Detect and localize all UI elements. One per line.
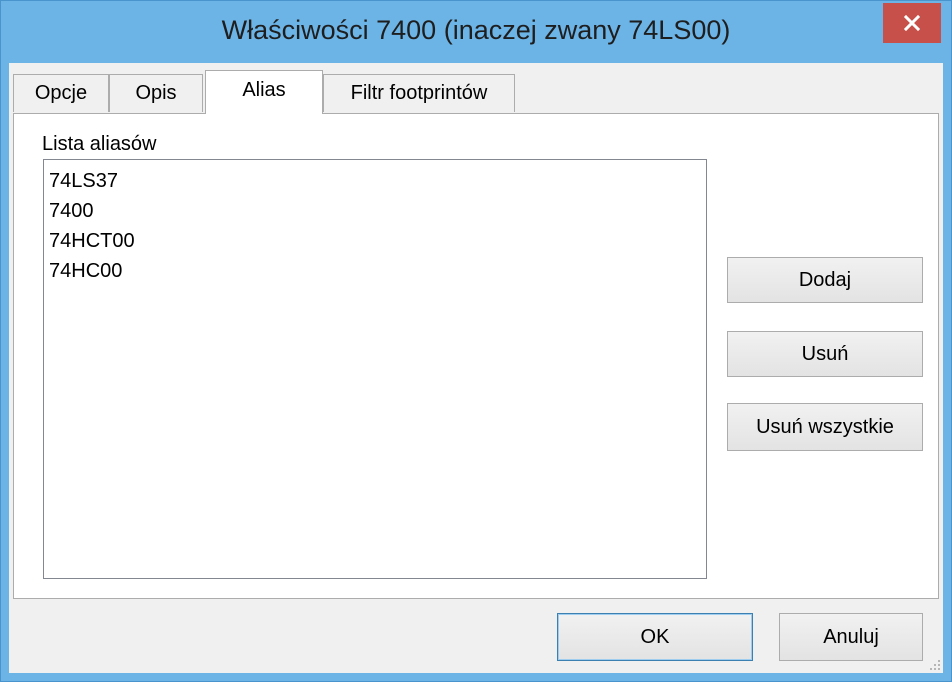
list-item[interactable]: 74HCT00 bbox=[49, 226, 706, 256]
list-item[interactable]: 74HC00 bbox=[49, 256, 706, 286]
close-button[interactable] bbox=[883, 3, 941, 43]
tab-opis[interactable]: Opis bbox=[109, 74, 203, 112]
remove-all-button[interactable]: Usuń wszystkie bbox=[727, 403, 923, 451]
ok-button[interactable]: OK bbox=[557, 613, 753, 661]
cancel-button[interactable]: Anuluj bbox=[779, 613, 923, 661]
window-title: Właściwości 7400 (inaczej zwany 74LS00) bbox=[221, 15, 731, 45]
title-bar[interactable]: Właściwości 7400 (inaczej zwany 74LS00) bbox=[1, 1, 951, 63]
remove-button[interactable]: Usuń bbox=[727, 331, 923, 377]
resize-grip-icon[interactable] bbox=[929, 659, 941, 671]
close-icon bbox=[904, 15, 920, 31]
tab-opcje[interactable]: Opcje bbox=[13, 74, 109, 112]
dialog-client-area: Opcje Opis Alias Filtr footprintów Lista… bbox=[9, 63, 943, 673]
add-button[interactable]: Dodaj bbox=[727, 257, 923, 303]
tab-alias[interactable]: Alias bbox=[205, 70, 323, 114]
alias-list-label: Lista aliasów bbox=[42, 133, 157, 155]
alias-listbox[interactable]: 74LS37 7400 74HCT00 74HC00 bbox=[43, 159, 707, 579]
list-item[interactable]: 74LS37 bbox=[49, 166, 706, 196]
dialog-window: Właściwości 7400 (inaczej zwany 74LS00) … bbox=[0, 0, 952, 682]
tab-filtr-footprintow[interactable]: Filtr footprintów bbox=[323, 74, 515, 112]
list-item[interactable]: 7400 bbox=[49, 196, 706, 226]
